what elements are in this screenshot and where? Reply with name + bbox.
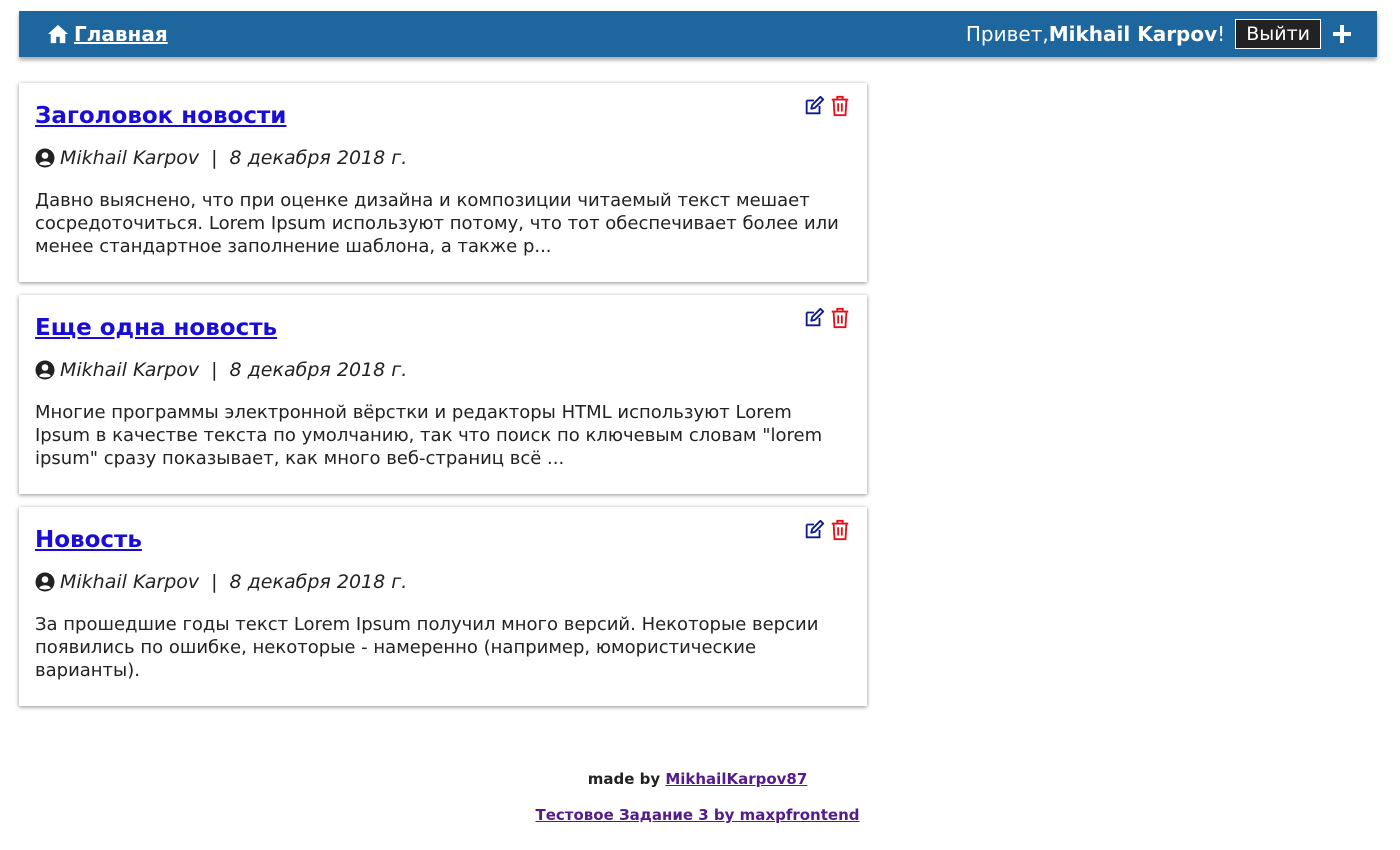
post-author: Mikhail Karpov xyxy=(60,147,200,169)
post-excerpt: Многие программы электронной вёрстки и р… xyxy=(35,402,823,469)
post-meta: Mikhail Karpov | 8 декабря 2018 г. xyxy=(35,147,851,169)
post-actions xyxy=(803,307,851,329)
top-navbar: Главная Привет, Mikhail Karpov! Выйти xyxy=(19,11,1377,57)
user-avatar-icon xyxy=(35,572,55,592)
meta-separator: | xyxy=(211,571,218,593)
post-author: Mikhail Karpov xyxy=(60,571,200,593)
greeting-prefix: Привет, xyxy=(965,22,1049,46)
footer-credit: made by MikhailKarpov87 xyxy=(0,770,1395,788)
add-post-icon[interactable] xyxy=(1331,23,1353,45)
delete-icon[interactable] xyxy=(829,519,851,541)
post-date: 8 декабря 2018 г. xyxy=(229,359,408,381)
post-date: 8 декабря 2018 г. xyxy=(229,147,408,169)
home-link[interactable]: Главная xyxy=(47,22,168,46)
edit-icon[interactable] xyxy=(803,95,825,117)
meta-separator: | xyxy=(211,359,218,381)
post-card: Новость Mikhail Karpov | 8 декабря 2018 … xyxy=(19,507,867,706)
post-card: Еще одна новость Mikhail Karpov | 8 дека… xyxy=(19,295,867,494)
delete-icon[interactable] xyxy=(829,307,851,329)
post-title-link[interactable]: Новость xyxy=(35,527,142,553)
edit-icon[interactable] xyxy=(803,307,825,329)
user-name: Mikhail Karpov xyxy=(1048,22,1218,46)
made-by-text: made by xyxy=(587,770,666,788)
post-card: Заголовок новости Mikhail Karpov | 8 дек… xyxy=(19,83,867,282)
post-excerpt: За прошедшие годы текст Lorem Ipsum полу… xyxy=(35,614,819,681)
post-author: Mikhail Karpov xyxy=(60,359,200,381)
user-avatar-icon xyxy=(35,360,55,380)
post-title-link[interactable]: Заголовок новости xyxy=(35,103,286,129)
post-actions xyxy=(803,519,851,541)
footer-project: Тестовое Задание 3 by maxpfrontend xyxy=(0,806,1395,824)
logout-button[interactable]: Выйти xyxy=(1235,19,1321,49)
meta-separator: | xyxy=(211,147,218,169)
post-actions xyxy=(803,95,851,117)
post-meta: Mikhail Karpov | 8 декабря 2018 г. xyxy=(35,359,851,381)
delete-icon[interactable] xyxy=(829,95,851,117)
user-area: Привет, Mikhail Karpov! Выйти xyxy=(966,19,1353,49)
greeting-suffix: ! xyxy=(1217,22,1226,46)
edit-icon[interactable] xyxy=(803,519,825,541)
post-title-link[interactable]: Еще одна новость xyxy=(35,315,277,341)
author-link[interactable]: MikhailKarpov87 xyxy=(665,770,807,788)
home-label: Главная xyxy=(74,22,168,46)
post-date: 8 декабря 2018 г. xyxy=(229,571,408,593)
home-icon xyxy=(48,24,68,44)
post-excerpt: Давно выяснено, что при оценке дизайна и… xyxy=(35,190,839,257)
project-link[interactable]: Тестовое Задание 3 by maxpfrontend xyxy=(535,806,859,824)
user-avatar-icon xyxy=(35,148,55,168)
post-meta: Mikhail Karpov | 8 декабря 2018 г. xyxy=(35,571,851,593)
